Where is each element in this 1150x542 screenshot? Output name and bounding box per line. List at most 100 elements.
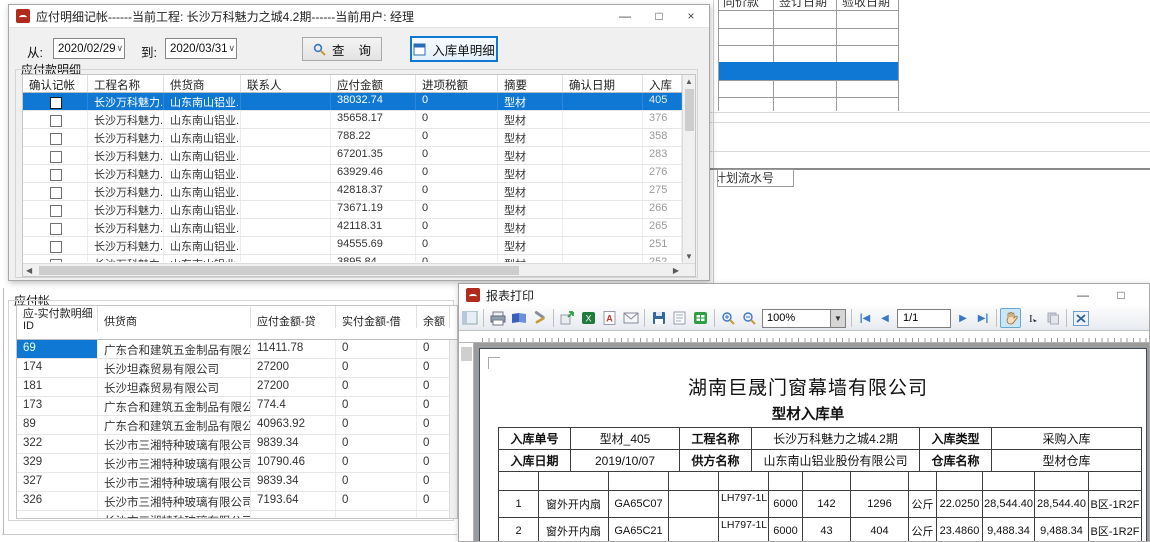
cell-detail-id[interactable]: 173 xyxy=(17,397,98,415)
design-tools-icon[interactable] xyxy=(529,308,550,328)
text-select-tool-icon[interactable]: I xyxy=(1021,308,1042,328)
col-header[interactable]: 确认日期 xyxy=(563,75,643,92)
table-row[interactable]: 长沙市三湘特种玻璃有限公司 xyxy=(17,511,457,518)
table-row[interactable]: 69 广东合和建筑五金制品有限公司 11411.78 0 0 xyxy=(17,340,457,359)
col-header[interactable]: 实付金额-借 xyxy=(336,306,417,328)
cell-detail-id[interactable]: 174 xyxy=(17,359,98,377)
send-mail-icon[interactable] xyxy=(620,308,641,328)
table-row[interactable]: 322 长沙市三湘特种玻璃有限公司 9839.34 0 0 xyxy=(17,435,457,454)
col-header[interactable]: 联系人 xyxy=(241,75,331,92)
titlebar[interactable]: 应付明细记帐------当前工程: 长沙万科魅力之城4.2期------当前用户… xyxy=(9,5,709,28)
last-page-button[interactable]: ▶| xyxy=(973,313,993,324)
hand-tool-icon[interactable] xyxy=(1000,308,1021,328)
checkbox[interactable] xyxy=(50,205,62,217)
export-html-icon[interactable] xyxy=(690,308,711,328)
col-header[interactable]: 应付金额-贷 xyxy=(251,306,336,328)
print-preview-area[interactable]: 湖南巨晟门窗幕墙有限公司 型材入库单 入库单号 型材_405 工程名称 长沙万科… xyxy=(459,343,1149,541)
cell-detail-id[interactable]: 322 xyxy=(17,435,98,453)
horizontal-scrollbar[interactable]: ◀ ▶ xyxy=(23,263,695,276)
table-row[interactable]: 181 长沙坦森贸易有限公司 27200 0 0 xyxy=(17,378,457,397)
table-row[interactable]: 长沙万科魅力... 山东南山铝业... 42818.37 0 型材 275 xyxy=(23,183,695,201)
table-row[interactable]: 长沙万科魅力... 山东南山铝业... 63929.46 0 型材 276 xyxy=(23,165,695,183)
confirm-checkbox-cell[interactable] xyxy=(23,219,88,236)
table-row[interactable]: 长沙万科魅力... 山东南山铝业... 42118.31 0 型材 265 xyxy=(23,219,695,237)
col-header[interactable]: 确认记帐 xyxy=(23,75,88,92)
col-header[interactable]: 入库 xyxy=(643,75,682,92)
table-row[interactable]: 长沙万科魅力... 山东南山铝业... 73671.19 0 型材 266 xyxy=(23,201,695,219)
checkbox[interactable] xyxy=(50,241,62,253)
zoom-out-icon[interactable] xyxy=(739,308,760,328)
col-header[interactable]: 供货商 xyxy=(164,75,241,92)
col-header[interactable]: 工程名称 xyxy=(88,75,164,92)
table-row[interactable]: 326 长沙市三湘特种玻璃有限公司 7193.64 0 0 xyxy=(17,492,457,511)
query-button[interactable]: 查 询 xyxy=(302,37,382,61)
chevron-down-icon[interactable]: ∨ xyxy=(228,43,236,54)
table-row[interactable]: 长沙万科魅力... 山东南山铝业... 35658.17 0 型材 376 xyxy=(23,111,695,129)
col-header[interactable]: 应-实付款明细ID xyxy=(17,306,98,332)
zoom-select[interactable]: 100% ▼ xyxy=(762,309,846,328)
cell-detail-id[interactable]: 327 xyxy=(17,473,98,491)
scroll-down-icon[interactable]: ▼ xyxy=(683,252,695,261)
close-button[interactable]: × xyxy=(1143,284,1150,306)
scroll-left-icon[interactable]: ◀ xyxy=(26,266,32,275)
col-header[interactable]: 摘要 xyxy=(498,75,563,92)
page-indicator[interactable]: 1/1 xyxy=(897,309,951,328)
to-date-combobox[interactable]: 2020/03/31 ∨ xyxy=(165,38,237,59)
confirm-checkbox-cell[interactable] xyxy=(23,183,88,200)
chevron-down-icon[interactable]: ▼ xyxy=(830,310,845,327)
scroll-right-icon[interactable]: ▶ xyxy=(673,266,679,275)
checkbox[interactable] xyxy=(50,115,62,127)
confirm-checkbox-cell[interactable] xyxy=(23,255,88,262)
cell-detail-id[interactable]: 329 xyxy=(17,454,98,472)
maximize-button[interactable]: □ xyxy=(1105,284,1137,306)
table-row[interactable]: 长沙万科魅力... 山东南山铝业... 38032.74 0 型材 405 xyxy=(23,93,695,111)
close-preview-icon[interactable] xyxy=(1070,308,1091,328)
cell-detail-id[interactable]: 69 xyxy=(17,340,98,358)
cell-detail-id[interactable] xyxy=(17,511,98,518)
checkbox[interactable] xyxy=(50,187,62,199)
bg-selected-row[interactable] xyxy=(719,62,898,80)
cell-detail-id[interactable]: 89 xyxy=(17,416,98,434)
zoom-in-icon[interactable] xyxy=(718,308,739,328)
first-page-button[interactable]: |◀ xyxy=(855,313,875,324)
checkbox[interactable] xyxy=(50,169,62,181)
confirm-checkbox-cell[interactable] xyxy=(23,129,88,146)
close-button[interactable]: × xyxy=(675,5,707,27)
export-excel-icon[interactable]: X xyxy=(578,308,599,328)
minimize-button[interactable]: — xyxy=(1067,284,1099,306)
confirm-checkbox-cell[interactable] xyxy=(23,111,88,128)
cell-detail-id[interactable]: 181 xyxy=(17,378,98,396)
document-icon[interactable] xyxy=(669,308,690,328)
checkbox[interactable] xyxy=(50,259,62,263)
confirm-checkbox-cell[interactable] xyxy=(23,165,88,182)
vertical-scrollbar[interactable] xyxy=(449,340,457,518)
prev-page-button[interactable]: ◀ xyxy=(875,313,895,324)
confirm-checkbox-cell[interactable] xyxy=(23,147,88,164)
checkbox[interactable] xyxy=(50,223,62,235)
chevron-down-icon[interactable]: ∨ xyxy=(116,43,124,54)
checkbox[interactable] xyxy=(50,133,62,145)
col-header[interactable]: 余额 xyxy=(417,306,450,328)
scrollbar-thumb[interactable] xyxy=(685,89,694,131)
table-row[interactable]: 长沙万科魅力... 山东南山铝业... 94555.69 0 型材 251 xyxy=(23,237,695,255)
save-icon[interactable] xyxy=(648,308,669,328)
print-icon[interactable] xyxy=(487,308,508,328)
table-row[interactable]: 长沙万科魅力... 山东南山铝业... 788.22 0 型材 358 xyxy=(23,129,695,147)
copy-page-icon[interactable] xyxy=(1042,308,1063,328)
confirm-checkbox-cell[interactable] xyxy=(23,201,88,218)
table-row[interactable]: 174 长沙坦森贸易有限公司 27200 0 0 xyxy=(17,359,457,378)
cell-detail-id[interactable]: 326 xyxy=(17,492,98,510)
minimize-button[interactable]: — xyxy=(609,5,641,27)
inbound-detail-button[interactable]: 入库单明细 xyxy=(411,37,497,61)
from-date-combobox[interactable]: 2020/02/29 ∨ xyxy=(53,38,125,59)
titlebar[interactable]: 报表打印 — □ × xyxy=(459,284,1149,307)
export-pdf-icon[interactable]: A xyxy=(599,308,620,328)
table-row[interactable]: 长沙万科魅力... 山东南山铝业... 67201.35 0 型材 283 xyxy=(23,147,695,165)
table-row[interactable]: 173 广东合和建筑五金制品有限公司 774.4 0 0 xyxy=(17,397,457,416)
col-header[interactable]: 供货商 xyxy=(98,306,251,328)
scrollbar-thumb[interactable] xyxy=(39,266,519,275)
scroll-up-icon[interactable]: ▲ xyxy=(683,77,695,86)
checkbox[interactable] xyxy=(50,151,62,163)
col-header[interactable]: 进项税额 xyxy=(416,75,498,92)
col-header[interactable]: 应付金额 xyxy=(331,75,416,92)
